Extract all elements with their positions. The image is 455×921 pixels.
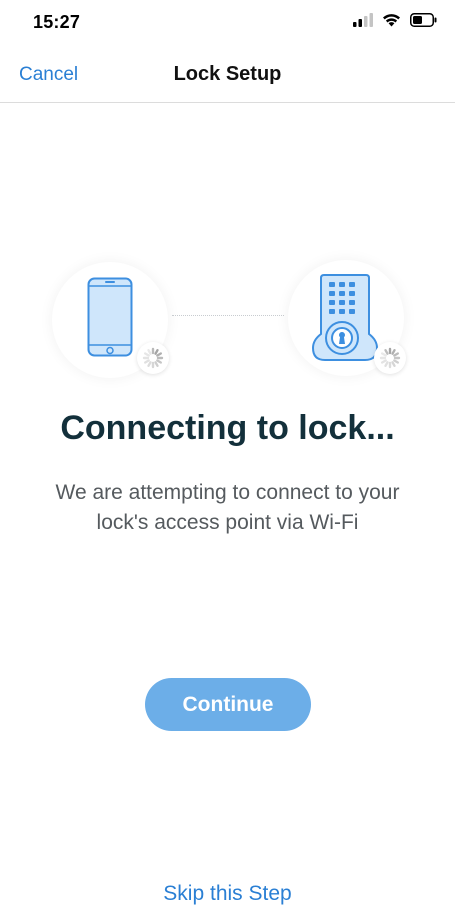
connecting-heading: Connecting to lock... (60, 409, 395, 447)
cellular-signal-icon (353, 13, 373, 32)
navigation-bar: Cancel Lock Setup (0, 50, 455, 103)
skip-step-link[interactable]: Skip this Step (0, 882, 455, 906)
connection-illustration (0, 250, 455, 390)
continue-button[interactable]: Continue (145, 678, 311, 731)
battery-icon (410, 13, 437, 32)
status-time: 15:27 (33, 12, 81, 32)
page-title: Lock Setup (173, 63, 282, 85)
phone-loading-spinner-icon (137, 342, 169, 374)
status-bar: 15:27 (0, 0, 455, 44)
connecting-description: We are attempting to connect to your loc… (55, 481, 400, 534)
status-icons (353, 13, 437, 32)
wifi-icon (382, 13, 401, 32)
connection-line (172, 315, 284, 316)
lock-loading-spinner-icon (374, 342, 406, 374)
deadbolt-lock-icon (309, 274, 381, 367)
phone-icon (87, 277, 133, 362)
